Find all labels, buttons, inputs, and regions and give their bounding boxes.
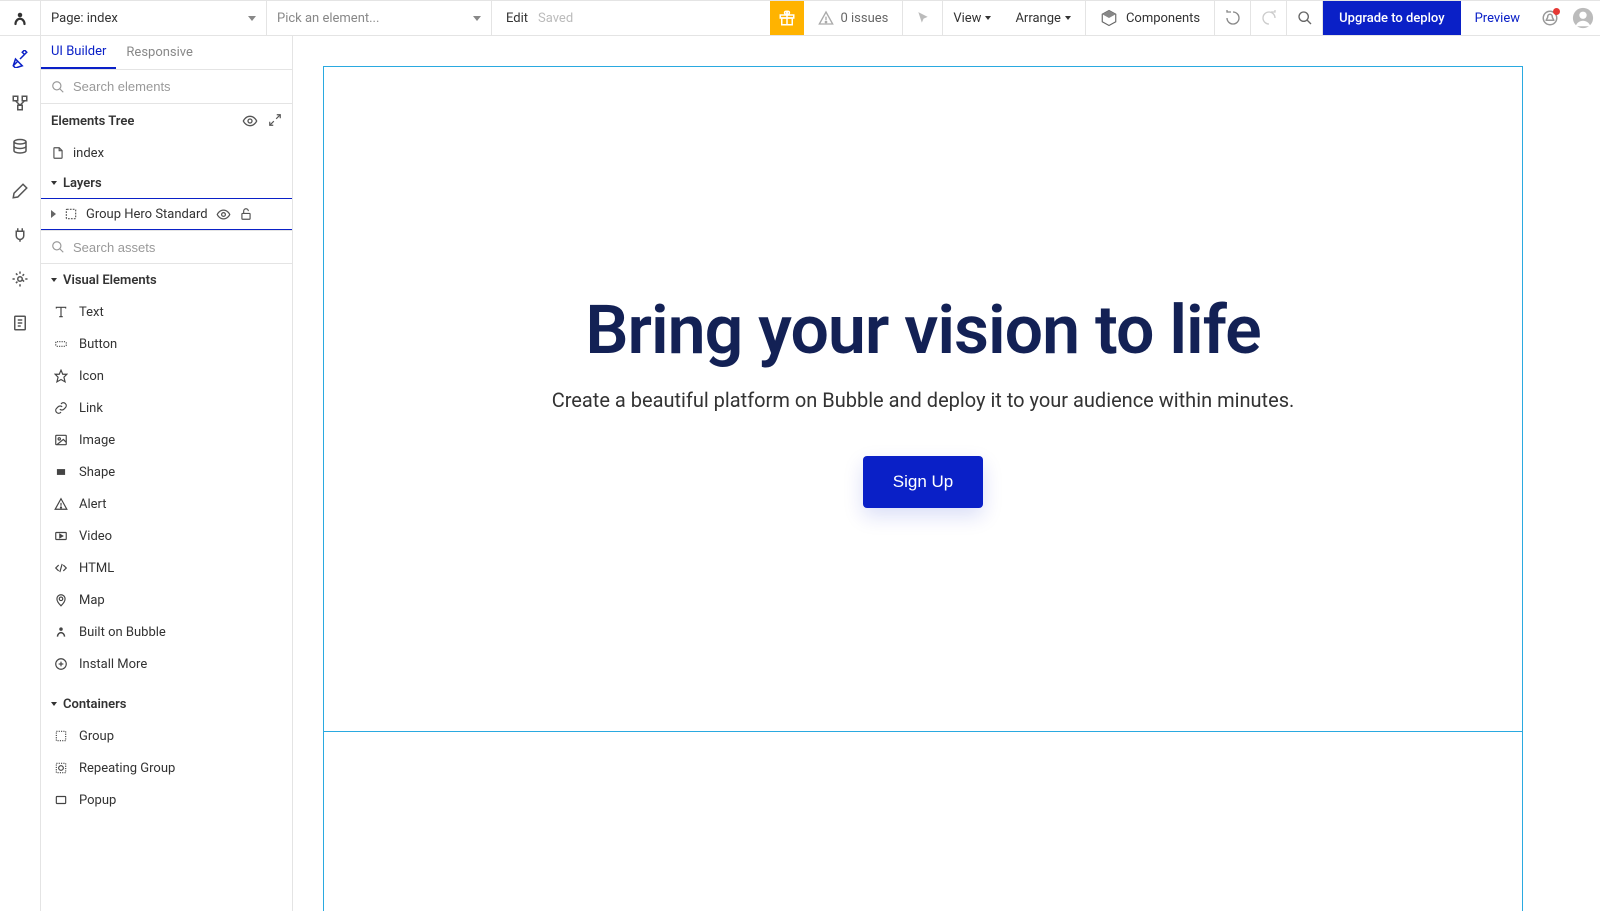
element-dropdown-label: Pick an element... [277, 11, 467, 26]
notifications-button[interactable] [1534, 1, 1566, 35]
search-assets-row [41, 230, 292, 264]
search-icon [51, 80, 65, 94]
chevron-down-icon [1065, 16, 1071, 20]
components-button[interactable]: Components [1086, 1, 1215, 35]
styles-tab-icon[interactable] [11, 182, 29, 200]
chevron-down-icon [51, 278, 57, 282]
design-tab-icon[interactable] [11, 50, 29, 68]
elements-tree-header: Elements Tree [41, 104, 292, 138]
eye-icon[interactable] [216, 207, 231, 222]
bubble-logo[interactable] [0, 1, 41, 35]
left-rail [0, 36, 41, 911]
star-icon [53, 369, 69, 383]
gift-button[interactable] [770, 1, 804, 35]
saved-status: Saved [538, 11, 573, 26]
search-button[interactable] [1287, 1, 1323, 35]
hero-subtext[interactable]: Create a beautiful platform on Bubble an… [552, 388, 1295, 412]
page-dropdown[interactable]: Page: index [41, 1, 267, 35]
html-icon [53, 561, 69, 575]
element-text[interactable]: Text [41, 296, 292, 328]
page-frame[interactable]: Bring your vision to life Create a beaut… [323, 66, 1523, 911]
edit-label[interactable]: Edit [506, 11, 528, 26]
chevron-down-icon [473, 16, 481, 21]
link-icon [53, 401, 69, 415]
element-alert[interactable]: Alert [41, 488, 292, 520]
cursor-tool[interactable] [903, 1, 943, 35]
redo-button[interactable] [1251, 1, 1287, 35]
element-video[interactable]: Video [41, 520, 292, 552]
hero-cta-button[interactable]: Sign Up [863, 456, 983, 508]
plus-circle-icon [53, 657, 69, 671]
preview-button[interactable]: Preview [1461, 1, 1534, 35]
view-menu[interactable]: View [943, 1, 1001, 35]
element-html[interactable]: HTML [41, 552, 292, 584]
plugins-tab-icon[interactable] [11, 226, 29, 244]
elements-panel: UI Builder Responsive Elements Tree inde… [41, 36, 293, 911]
map-icon [53, 593, 69, 607]
category-visual-elements[interactable]: Visual Elements [41, 264, 292, 296]
page-dropdown-label: Page: index [51, 11, 242, 26]
tree-root-index[interactable]: index [41, 138, 292, 168]
workflow-tab-icon[interactable] [11, 94, 29, 112]
chevron-right-icon [51, 210, 56, 218]
issues-count: 0 issues [840, 11, 888, 26]
text-icon [53, 305, 69, 319]
element-map[interactable]: Map [41, 584, 292, 616]
search-elements-input[interactable] [73, 79, 282, 94]
element-group[interactable]: Group [41, 720, 292, 752]
issues-button[interactable]: 0 issues [804, 1, 903, 35]
element-link[interactable]: Link [41, 392, 292, 424]
expand-icon[interactable] [268, 113, 282, 127]
settings-tab-icon[interactable] [11, 270, 29, 288]
undo-button[interactable] [1215, 1, 1251, 35]
edit-status: Edit Saved [492, 1, 587, 35]
notification-dot [1553, 8, 1560, 15]
element-popup[interactable]: Popup [41, 784, 292, 816]
chevron-down-icon [51, 702, 57, 706]
category-containers[interactable]: Containers [41, 688, 292, 720]
image-icon [53, 433, 69, 447]
element-repeating-group[interactable]: Repeating Group [41, 752, 292, 784]
element-button[interactable]: Button [41, 328, 292, 360]
canvas-area[interactable]: Bring your vision to life Create a beaut… [293, 36, 1600, 911]
group-icon [64, 207, 78, 221]
hero-headline[interactable]: Bring your vision to life [585, 290, 1260, 370]
alert-icon [53, 497, 69, 511]
upgrade-button[interactable]: Upgrade to deploy [1323, 1, 1460, 35]
element-shape[interactable]: Shape [41, 456, 292, 488]
layer-group-hero-standard[interactable]: Group Hero Standard [41, 198, 293, 230]
tab-responsive[interactable]: Responsive [116, 36, 203, 69]
tab-ui-builder[interactable]: UI Builder [41, 36, 116, 69]
element-built-on-bubble[interactable]: Built on Bubble [41, 616, 292, 648]
element-dropdown[interactable]: Pick an element... [267, 1, 492, 35]
data-tab-icon[interactable] [11, 138, 29, 156]
search-assets-input[interactable] [73, 240, 282, 255]
account-avatar[interactable] [1566, 1, 1600, 35]
topbar: Page: index Pick an element... Edit Save… [0, 0, 1600, 36]
layers-header[interactable]: Layers [41, 168, 292, 198]
repeating-group-icon [53, 761, 69, 775]
button-icon [53, 337, 69, 351]
element-icon[interactable]: Icon [41, 360, 292, 392]
eye-icon[interactable] [242, 113, 258, 129]
popup-icon [53, 793, 69, 807]
page-icon [51, 146, 65, 160]
chevron-down-icon [51, 181, 57, 185]
logs-tab-icon[interactable] [11, 314, 29, 332]
page-empty-area[interactable] [324, 732, 1522, 911]
element-install-more[interactable]: Install More [41, 648, 292, 680]
search-elements-row [41, 70, 292, 104]
video-icon [53, 529, 69, 543]
shape-icon [53, 465, 69, 479]
unlock-icon[interactable] [239, 207, 253, 221]
arrange-menu[interactable]: Arrange [1001, 1, 1085, 35]
chevron-down-icon [985, 16, 991, 20]
chevron-down-icon [248, 16, 256, 21]
element-image[interactable]: Image [41, 424, 292, 456]
group-icon [53, 729, 69, 743]
search-icon [51, 240, 65, 254]
hero-section[interactable]: Bring your vision to life Create a beaut… [324, 67, 1522, 732]
bubble-icon [53, 625, 69, 639]
